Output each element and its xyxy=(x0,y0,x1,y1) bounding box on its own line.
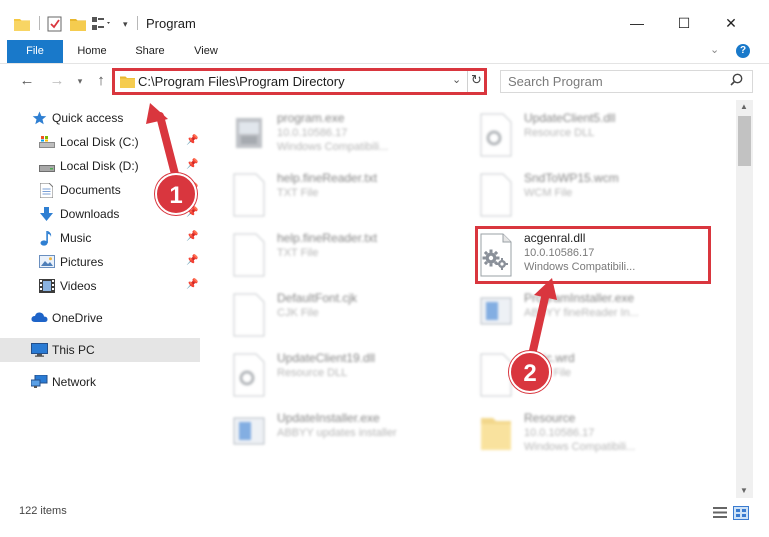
annotation-arrow-1 xyxy=(146,103,180,182)
annotation-arrows xyxy=(146,103,557,359)
annotation-badge-2: 2 xyxy=(509,351,551,393)
annotation-badge-1: 1 xyxy=(155,173,197,215)
annotation-arrow-2 xyxy=(528,278,557,359)
